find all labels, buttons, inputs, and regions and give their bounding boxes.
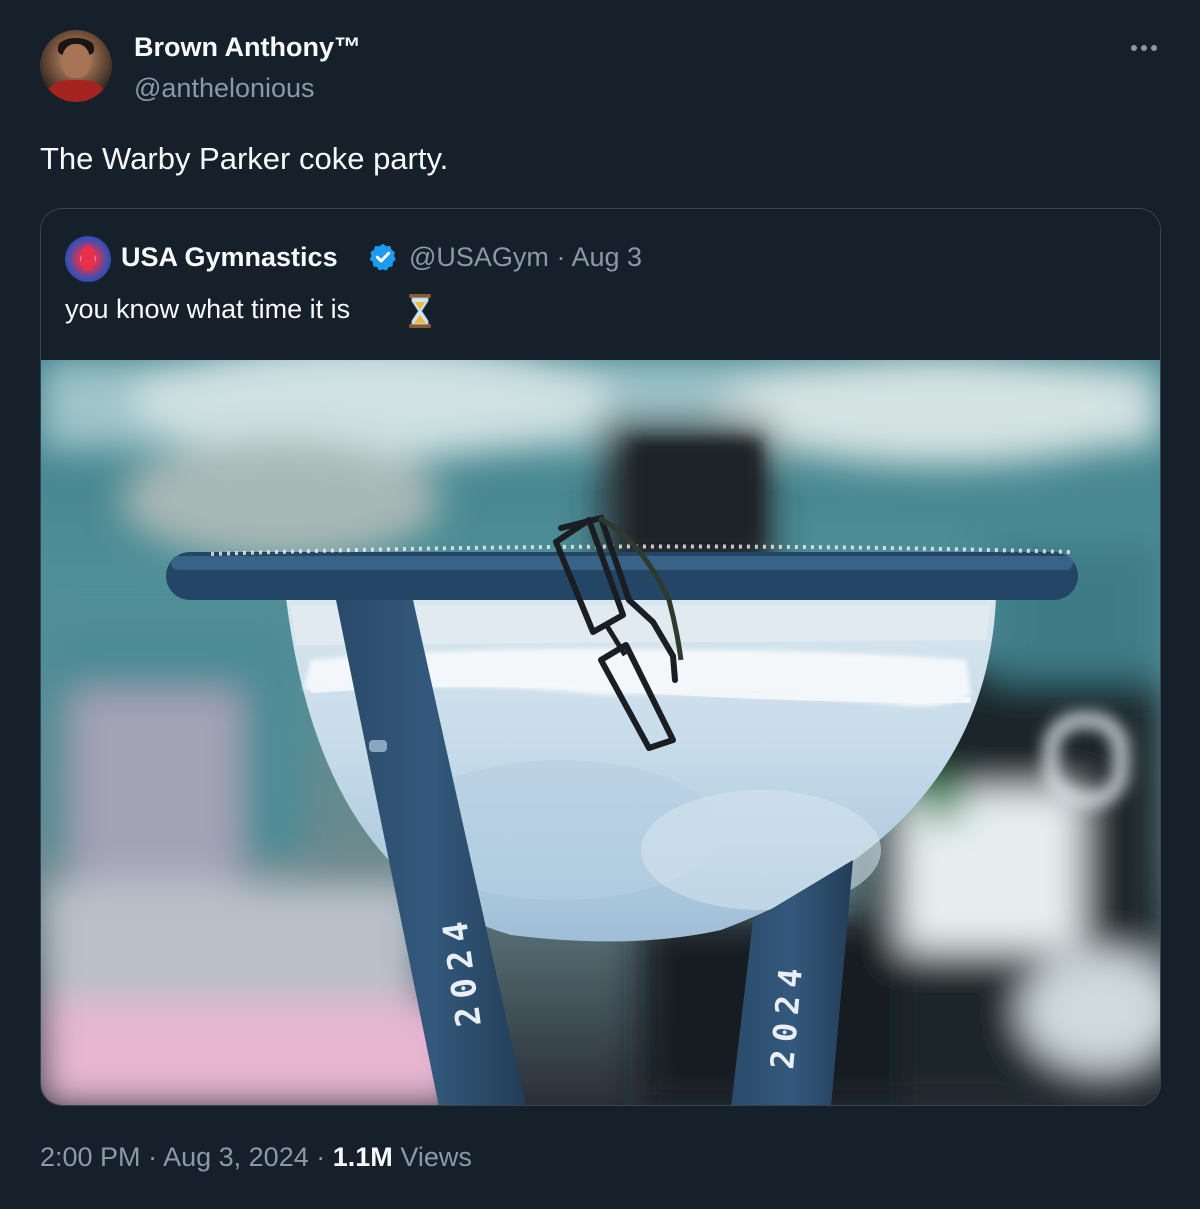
- tweet-time[interactable]: 2:00 PM: [40, 1142, 141, 1172]
- quoted-date[interactable]: Aug 3: [571, 242, 642, 272]
- photo-canvas: 2024 2024: [41, 360, 1160, 1105]
- verified-badge-icon: [369, 243, 396, 271]
- author-name[interactable]: Brown Anthony™: [134, 32, 361, 63]
- hourglass-icon: [409, 294, 431, 328]
- tweet-text: The Warby Parker coke party.: [40, 141, 449, 176]
- avatar-shirt: [48, 80, 104, 102]
- meta-separator: ·: [316, 1142, 326, 1172]
- avatar-face: [62, 44, 90, 78]
- meta-separator: ·: [148, 1142, 158, 1172]
- views-count[interactable]: 1.1M: [333, 1142, 393, 1172]
- quoted-text: you know what time it is: [65, 294, 351, 324]
- quoted-avatar[interactable]: [65, 236, 111, 282]
- author-handle[interactable]: @anthelonious: [134, 73, 315, 104]
- quoted-tweet[interactable]: USA Gymnastics @USAGym · Aug 3 you know …: [40, 208, 1161, 1106]
- usag-flame-logo: [81, 245, 95, 271]
- meta-separator: ·: [556, 242, 566, 272]
- more-horizontal-icon: [1131, 45, 1157, 51]
- tweet-card: Brown Anthony™ @anthelonious The Warby P…: [0, 0, 1200, 1209]
- tweet-date[interactable]: Aug 3, 2024: [163, 1142, 309, 1172]
- author-avatar[interactable]: [40, 30, 112, 102]
- quoted-author-name[interactable]: USA Gymnastics: [121, 242, 338, 273]
- quoted-photo[interactable]: 2024 2024: [41, 360, 1160, 1105]
- more-icon[interactable]: [1124, 30, 1164, 66]
- tweet-timestamp: 2:00 PM · Aug 3, 2024 · 1.1M Views: [40, 1142, 472, 1173]
- views-label: Views: [400, 1142, 472, 1172]
- quoted-handle[interactable]: @USAGym: [409, 242, 549, 272]
- quoted-meta: @USAGym · Aug 3: [409, 242, 642, 273]
